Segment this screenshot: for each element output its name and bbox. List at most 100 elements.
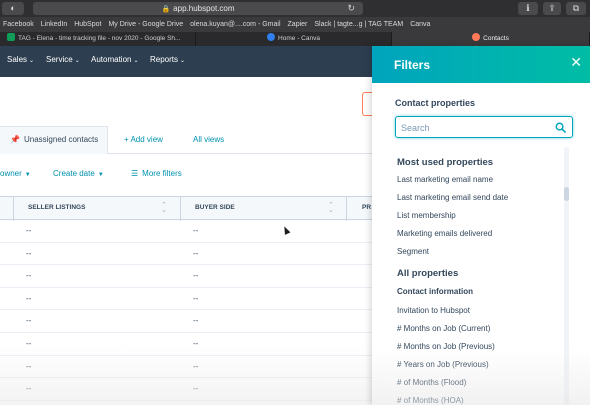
url-text: app.hubspot.com — [173, 4, 235, 13]
close-icon[interactable]: ✕ — [570, 55, 582, 69]
address-bar[interactable]: 🔒 app.hubspot.com ↻ — [33, 2, 363, 15]
chevron-down-icon: ⌄ — [74, 58, 80, 64]
nav-label: Service — [46, 55, 73, 64]
table-row: -- -- — [0, 333, 372, 356]
sliders-icon: ☰ — [131, 169, 139, 178]
table-cell: -- — [193, 338, 199, 348]
table-cell: -- — [193, 271, 199, 281]
table-cell: -- — [26, 271, 32, 281]
filters-panel: Filters ✕ Contact properties Most used p… — [372, 46, 590, 405]
more-filters-button[interactable]: ☰ More filters — [131, 169, 182, 178]
owner-filter[interactable]: owner ▼ — [0, 169, 31, 178]
property-item[interactable]: # Months on Job (Previous) — [397, 342, 495, 351]
table-cell: -- — [26, 293, 32, 303]
table-row: -- -- — [0, 356, 372, 379]
create-date-filter[interactable]: Create date ▼ — [53, 169, 104, 178]
table-row: -- -- — [0, 220, 372, 243]
table-cell: -- — [193, 293, 199, 303]
property-item[interactable]: Last marketing email send date — [397, 193, 508, 202]
property-item[interactable]: # of Months (HOA) — [397, 396, 464, 405]
create-date-label: Create date — [53, 169, 95, 178]
sort-icon[interactable]: ⌃ ⌄ — [161, 202, 167, 214]
nav-item-service[interactable]: Service ⌄ — [46, 55, 80, 64]
column-header-partial[interactable]: PR — [362, 204, 371, 211]
caret-down-icon: ▼ — [24, 172, 31, 178]
most-used-heading: Most used properties — [397, 157, 494, 168]
contact-information-heading: Contact information — [397, 287, 473, 296]
property-item[interactable]: # Months on Job (Current) — [397, 324, 490, 333]
canva-icon — [267, 33, 276, 41]
bookmark-item[interactable]: Zapier — [288, 21, 308, 28]
table-header: SELLER LISTINGS ⌃ ⌄ BUYER SIDE ⌃ ⌄ PR — [0, 196, 372, 221]
browser-tab[interactable]: TAG - Elena - time tracking file - nov 2… — [0, 32, 196, 46]
table-cell: -- — [26, 226, 32, 235]
search-field[interactable] — [395, 116, 573, 138]
nav-label: Automation — [91, 55, 132, 64]
browser-tab-active[interactable]: Contacts — [392, 32, 590, 46]
chevron-down-icon: ⌄ — [29, 58, 35, 64]
bookmark-item[interactable]: LinkedIn — [41, 21, 67, 28]
more-filters-label: More filters — [142, 169, 182, 178]
table-cell: -- — [193, 248, 199, 258]
info-icon[interactable]: ℹ — [518, 2, 538, 15]
table-cell: -- — [26, 384, 32, 394]
panel-header: Filters ✕ — [372, 46, 590, 83]
property-item[interactable]: # Years on Job (Previous) — [397, 360, 489, 369]
property-item[interactable]: List membership — [397, 211, 456, 220]
search-icon[interactable] — [555, 122, 566, 133]
property-item[interactable]: # of Months (Flood) — [397, 378, 466, 387]
property-item[interactable]: Marketing emails delivered — [397, 229, 492, 238]
add-view-link[interactable]: + Add view — [124, 135, 163, 144]
table-cell: -- — [193, 226, 199, 235]
chevron-down-icon: ⌄ — [133, 58, 139, 64]
scrollbar-thumb[interactable] — [564, 187, 569, 201]
view-tab-label: Unassigned contacts — [23, 135, 99, 144]
nav-item-automation[interactable]: Automation ⌄ — [91, 55, 139, 64]
column-divider — [180, 197, 181, 221]
bookmark-item[interactable]: Slack | tagte...g | TAG TEAM — [314, 21, 403, 28]
browser-toolbar: ◐ 🔒 app.hubspot.com ↻ ℹ ⇪ ⧉ — [0, 0, 590, 17]
property-item[interactable]: Segment — [397, 247, 429, 256]
tab-label: Home - Canva — [278, 35, 320, 42]
table-cell: -- — [26, 338, 32, 348]
table-cell: -- — [26, 248, 32, 258]
tab-label: Contacts — [483, 35, 509, 42]
all-views-link[interactable]: All views — [193, 135, 224, 144]
column-divider — [13, 197, 14, 221]
tab-unassigned-contacts[interactable]: 📌 Unassigned contacts — [0, 126, 108, 154]
reload-icon[interactable]: ↻ — [347, 2, 355, 15]
table-row: -- -- — [0, 265, 372, 288]
search-input[interactable] — [401, 120, 551, 135]
browser-tabs: TAG - Elena - time tracking file - nov 2… — [0, 32, 590, 46]
share-icon[interactable]: ⇪ — [543, 2, 561, 15]
property-item[interactable]: Invitation to Hubspot — [397, 306, 470, 315]
sort-icon[interactable]: ⌃ ⌄ — [328, 202, 334, 214]
table-cell: -- — [193, 361, 199, 371]
column-header-buyer-side[interactable]: BUYER SIDE — [195, 204, 235, 211]
panel-body: Contact properties Most used properties … — [372, 83, 590, 405]
bookmarks-bar: Facebook LinkedIn HubSpot My Drive - Goo… — [0, 17, 590, 32]
browser-tab[interactable]: Home - Canva — [196, 32, 392, 46]
bookmark-item[interactable]: Canva — [410, 21, 430, 28]
panel-title: Filters — [394, 58, 431, 72]
owner-filter-label: owner — [0, 169, 22, 178]
nav-item-sales[interactable]: Sales ⌄ — [7, 55, 34, 64]
table-row: -- -- — [0, 243, 372, 266]
caret-down-icon: ▼ — [97, 172, 104, 178]
column-divider — [346, 197, 347, 221]
property-item[interactable]: Last marketing email name — [397, 175, 493, 184]
bookmark-item[interactable]: HubSpot — [74, 21, 101, 28]
tabs-overview-icon[interactable]: ⧉ — [566, 2, 586, 15]
bookmark-item[interactable]: olena.kuyan@....com - Gmail — [190, 21, 280, 28]
panel-scrollbar[interactable] — [564, 147, 569, 405]
table-cell: -- — [193, 316, 199, 326]
bookmark-item[interactable]: Facebook — [3, 21, 34, 28]
column-header-seller-listings[interactable]: SELLER LISTINGS — [28, 204, 85, 211]
tab-label: TAG - Elena - time tracking file - nov 2… — [18, 35, 181, 42]
table-row: -- -- — [0, 310, 372, 333]
nav-item-reports[interactable]: Reports ⌄ — [150, 55, 185, 64]
all-properties-heading: All properties — [397, 268, 459, 279]
sidebar-toggle-icon[interactable]: ◐ — [2, 2, 24, 15]
lock-icon: 🔒 — [161, 6, 171, 13]
bookmark-item[interactable]: My Drive - Google Drive — [108, 21, 183, 28]
